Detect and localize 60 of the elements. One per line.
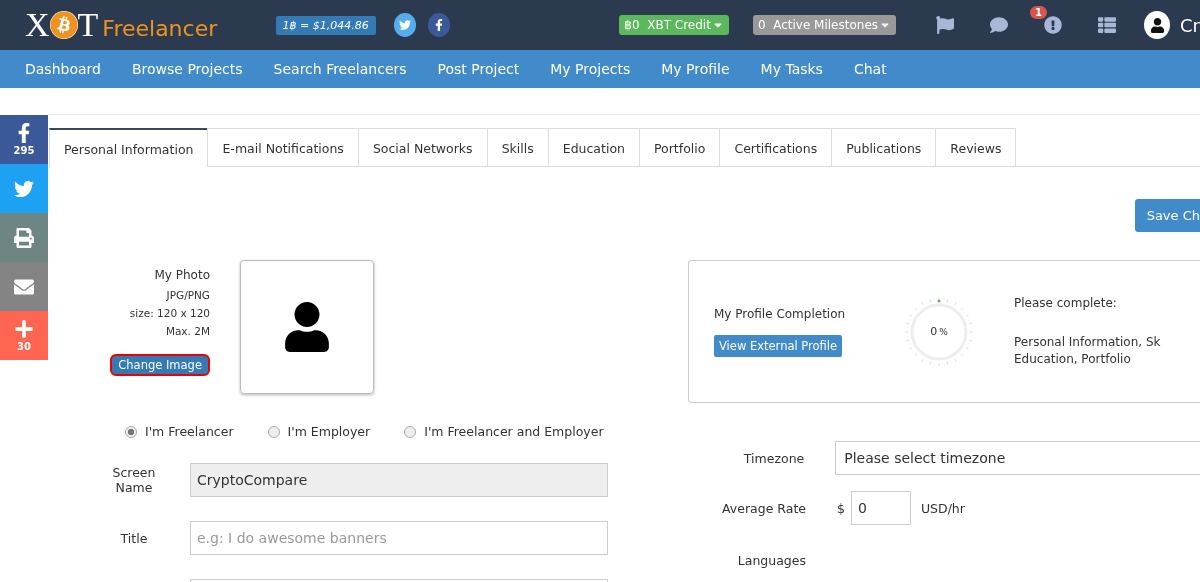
field-label: Timezone [742, 450, 806, 466]
exchange-rate: 1฿ = $1,044.86 [275, 15, 376, 35]
view-profile-button[interactable]: View External Profile [714, 334, 843, 357]
radio-option[interactable]: I'm Freelancer [125, 424, 234, 439]
share-button[interactable]: 295 [0, 115, 48, 164]
tab[interactable]: Reviews [935, 128, 1017, 166]
rate-field[interactable]: 0 [850, 491, 911, 525]
missing-sections: Personal Information, Sk Education, Portfolio [1014, 333, 1161, 368]
facebook-icon[interactable] [428, 13, 451, 37]
completion-title: My Profile Completion [714, 306, 846, 321]
list-icon[interactable] [1098, 16, 1117, 34]
photo-max: Max. 2M [165, 324, 210, 339]
print-icon [14, 227, 34, 248]
input-field[interactable]: e.g: I do awesome banners [190, 521, 608, 555]
photo-size: size: 120 x 120 [129, 306, 210, 321]
field-label: Average Rate [721, 500, 807, 516]
radio-button[interactable] [125, 425, 137, 438]
timezone-select[interactable]: Please select timezone [835, 441, 1200, 475]
complete-prompt: Please complete: [1014, 295, 1118, 310]
photo-format: JPG/PNG [166, 288, 210, 303]
radio-option[interactable]: I'm Freelancer and Employer [404, 424, 604, 439]
twitter-icon[interactable] [393, 13, 416, 37]
user-name[interactable]: Cr [1180, 14, 1200, 36]
rate-unit: USD/hr [920, 500, 965, 516]
tab[interactable]: Personal Information [49, 128, 209, 167]
radio-option[interactable]: I'm Employer [267, 424, 371, 439]
progress-ring [904, 296, 974, 367]
flag-icon[interactable] [936, 16, 955, 34]
nav-link[interactable]: Browse Projects [131, 61, 243, 77]
avatar-icon[interactable] [1144, 11, 1171, 39]
share-button[interactable] [0, 164, 48, 213]
nav-link[interactable]: My Projects [550, 61, 631, 77]
logo-letter: X [25, 8, 50, 42]
field-label: Languages [736, 553, 807, 568]
change-image-button[interactable]: Change Image [110, 354, 210, 376]
nav-link[interactable]: Search Freelancers [273, 61, 407, 77]
nav-link[interactable]: My Tasks [760, 61, 823, 77]
logo-letter: T [77, 8, 99, 42]
plus-icon [14, 319, 34, 339]
logo-word: Freelancer [102, 15, 218, 41]
chat-icon[interactable] [990, 16, 1009, 34]
radio-button[interactable] [267, 425, 280, 438]
twitter-icon [14, 178, 34, 199]
alert-icon[interactable] [1044, 16, 1063, 34]
field-label: Title [119, 530, 149, 546]
photo-title: My Photo [154, 268, 210, 282]
bitcoin-icon [49, 11, 78, 39]
notification-count: 1 [1030, 6, 1047, 19]
share-button[interactable] [0, 213, 48, 262]
field-label: Screen Name [111, 465, 157, 495]
nav-link[interactable]: Post Project [437, 61, 520, 77]
nav-link[interactable]: My Profile [661, 61, 730, 77]
share-button[interactable] [0, 262, 48, 311]
completion-percent: 0 % [930, 325, 948, 338]
user-silhouette-icon [282, 302, 332, 352]
currency-symbol: $ [837, 500, 845, 516]
nav-link[interactable]: Dashboard [25, 61, 101, 77]
radio-button[interactable] [404, 425, 417, 438]
nav-link[interactable]: Chat [853, 61, 887, 77]
save-button[interactable]: Save Ch [1134, 199, 1200, 232]
